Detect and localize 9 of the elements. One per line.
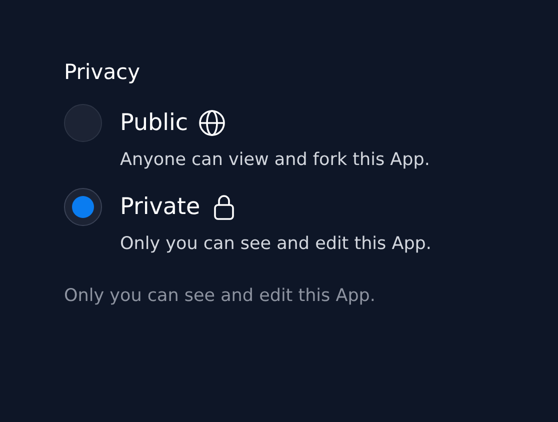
section-title: Privacy [64, 60, 140, 84]
option-description: Only you can see and edit this App. [120, 234, 432, 254]
helper-text: Only you can see and edit this App. [64, 286, 376, 306]
radio-button[interactable] [64, 188, 102, 226]
radio-button[interactable] [64, 104, 102, 142]
option-label: Private [120, 194, 200, 220]
option-label: Public [120, 110, 188, 136]
globe-icon [198, 109, 226, 137]
option-description: Anyone can view and fork this App. [120, 150, 430, 170]
